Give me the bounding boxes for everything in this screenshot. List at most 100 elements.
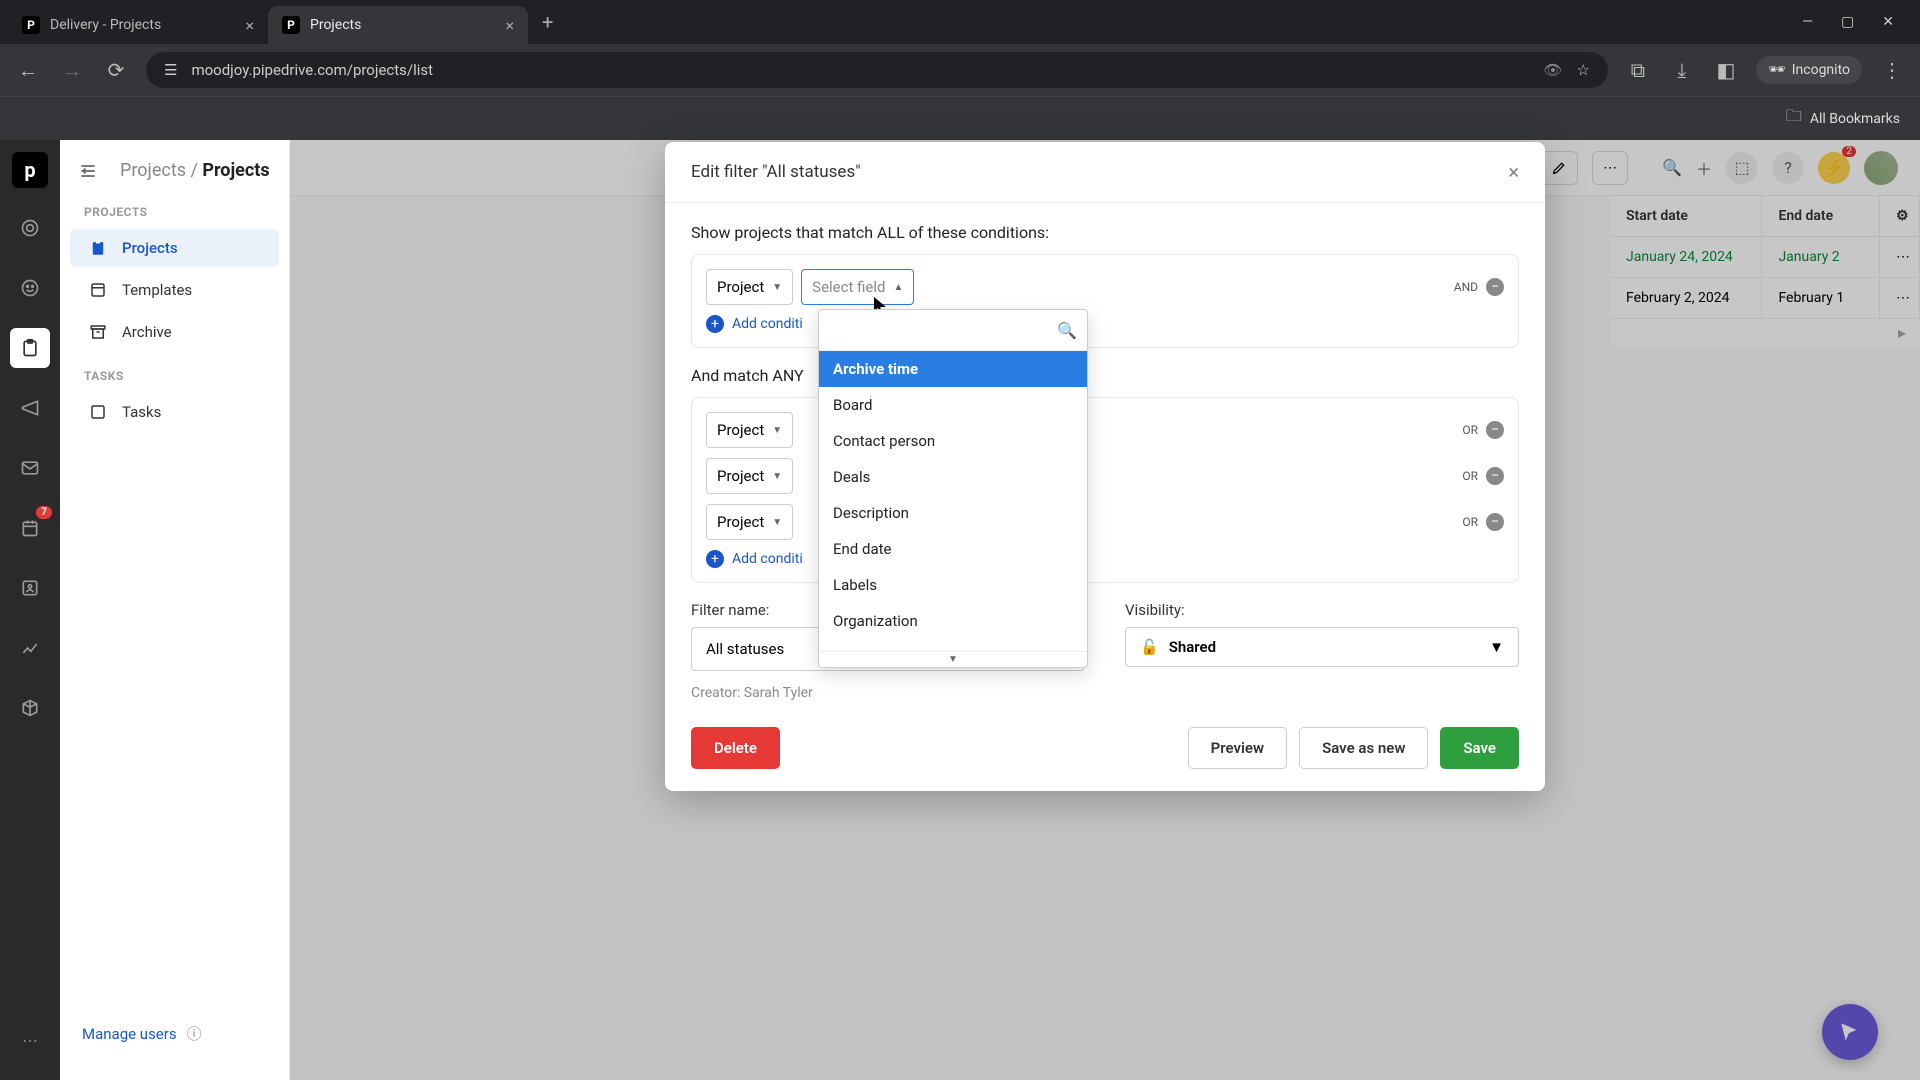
dropdown-option[interactable]: Archive time [819,351,1087,387]
rail-mail-icon[interactable] [10,448,50,488]
delete-button[interactable]: Delete [691,727,780,769]
maximize-icon[interactable]: ▢ [1841,14,1854,30]
new-tab-button[interactable]: + [528,10,567,34]
rail-badge: 7 [36,506,52,519]
chevron-down-icon[interactable]: ▼ [819,651,1087,667]
sidebar-item-tasks[interactable]: Tasks [70,393,279,431]
close-window-icon[interactable]: ✕ [1882,14,1894,30]
rail-insights-icon[interactable] [10,628,50,668]
save-as-new-button[interactable]: Save as new [1299,727,1428,769]
entity-dropdown[interactable]: Project▼ [706,412,793,448]
eye-off-icon[interactable]: 👁 [1543,61,1562,79]
bookmarks-label[interactable]: All Bookmarks [1810,111,1900,127]
edit-filter-modal: Edit filter "All statuses" × Show projec… [665,142,1545,791]
manage-users-label: Manage users [82,1025,177,1043]
app-root: p 7 ⋯ Projects / Projects PROJECTS Proje… [0,140,1920,1080]
sidebar-item-label: Tasks [122,403,161,421]
sidebar-item-archive[interactable]: Archive [70,313,279,351]
modal-title: Edit filter "All statuses" [691,162,861,182]
menu-icon[interactable]: ⋮ [1878,58,1906,82]
dd-label: Project [717,421,764,439]
rail-products-icon[interactable] [10,688,50,728]
rail-logo-icon[interactable]: p [12,152,48,188]
modal-footer: Delete Preview Save as new Save [665,711,1545,791]
sidebar-group-projects: PROJECTS [60,197,289,227]
preview-button[interactable]: Preview [1188,727,1287,769]
clipboard-icon [88,239,108,257]
back-icon[interactable]: ← [14,58,42,83]
visibility-col: Visibility: 🔓 Shared ▼ [1125,601,1519,671]
address-bar: ← → ⟳ ☰ moodjoy.pipedrive.com/projects/l… [0,44,1920,96]
browser-tab-1[interactable]: P Projects × [268,6,528,44]
manage-users-link[interactable]: Manage users ⓘ [60,1007,289,1060]
archive-icon [88,323,108,341]
rail-smiley-icon[interactable] [10,268,50,308]
field-dropdown[interactable]: Select field▲ [801,269,914,305]
forward-icon[interactable]: → [58,58,86,83]
url-box[interactable]: ☰ moodjoy.pipedrive.com/projects/list 👁 … [146,52,1608,88]
condition-operator: OR− [1462,467,1504,485]
rail-campaigns-icon[interactable] [10,388,50,428]
entity-dropdown[interactable]: Project▼ [706,269,793,305]
rail-more-icon[interactable]: ⋯ [10,1020,50,1060]
rail-target-icon[interactable] [10,208,50,248]
sidebar-item-projects[interactable]: Projects [70,229,279,267]
unlock-icon: 🔓 [1140,638,1159,656]
dropdown-option[interactable]: Organization [819,603,1087,639]
form-row: Filter name: Visibility: 🔓 Shared ▼ [691,601,1519,671]
rail-projects-icon[interactable] [10,328,50,368]
operator-label: OR [1462,423,1478,437]
chevron-up-icon: ▲ [894,282,904,293]
remove-condition-icon[interactable]: − [1486,467,1504,485]
dropdown-option[interactable]: Owner [819,639,1087,651]
remove-condition-icon[interactable]: − [1486,421,1504,439]
minimize-icon[interactable]: — [1802,14,1813,30]
favicon-icon: P [22,16,40,34]
sidebar-item-label: Templates [122,281,192,299]
dropdown-option[interactable]: End date [819,531,1087,567]
downloads-icon[interactable]: ⤓ [1668,58,1696,82]
dropdown-option[interactable]: Labels [819,567,1087,603]
site-info-icon[interactable]: ☰ [164,61,177,79]
dropdown-option[interactable]: Description [819,495,1087,531]
star-icon[interactable]: ☆ [1576,61,1589,79]
window-controls: — ▢ ✕ [1802,14,1912,30]
visibility-select[interactable]: 🔓 Shared ▼ [1125,627,1519,667]
dropdown-option[interactable]: Deals [819,459,1087,495]
browser-tab-0[interactable]: P Delivery - Projects × [8,6,268,44]
sidepanel-icon[interactable]: ◧ [1712,58,1740,82]
reload-icon[interactable]: ⟳ [102,58,130,82]
close-icon[interactable]: × [505,16,514,35]
save-button[interactable]: Save [1440,727,1519,769]
rail-calendar-icon[interactable]: 7 [10,508,50,548]
close-icon[interactable]: × [245,16,254,35]
dropdown-option[interactable]: Board [819,387,1087,423]
template-icon [88,281,108,299]
sidebar-item-templates[interactable]: Templates [70,271,279,309]
chevron-down-icon: ▼ [1489,638,1504,656]
add-condition-label: Add conditi [732,316,803,332]
nav-rail: p 7 ⋯ [0,140,60,1080]
all-conditions-box: Project▼ Select field▲ AND − [691,254,1519,348]
rail-contacts-icon[interactable] [10,568,50,608]
visibility-value: Shared [1169,638,1216,656]
modal-body: Show projects that match ALL of these co… [665,203,1545,711]
search-icon: 🔍 [1057,321,1077,340]
remove-condition-icon[interactable]: − [1486,278,1504,296]
dropdown-list[interactable]: Archive timeBoardContact personDealsDesc… [819,351,1087,651]
dropdown-option[interactable]: Contact person [819,423,1087,459]
folder-icon: 🗀 [1786,105,1802,132]
breadcrumb-root[interactable]: Projects [120,160,186,181]
close-icon[interactable]: × [1508,160,1519,184]
condition-operator: AND − [1454,278,1504,296]
entity-dropdown[interactable]: Project▼ [706,504,793,540]
tab-title: Delivery - Projects [50,17,161,33]
dropdown-search-input[interactable] [829,316,1057,344]
dropdown-search: 🔍 [819,310,1087,351]
task-icon [88,403,108,421]
extensions-icon[interactable]: ⧉ [1624,58,1652,82]
entity-dropdown[interactable]: Project▼ [706,458,793,494]
operator-label: AND [1454,280,1478,294]
remove-condition-icon[interactable]: − [1486,513,1504,531]
sidebar-collapse-icon[interactable] [78,161,98,181]
